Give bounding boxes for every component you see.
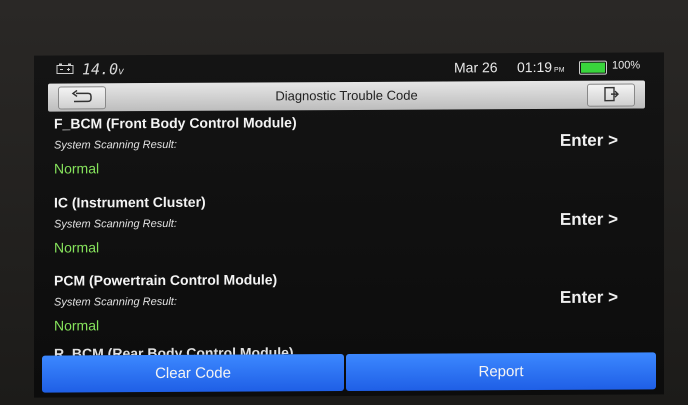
voltage-readout: 14.0v <box>82 60 125 79</box>
module-status: Normal <box>54 317 100 334</box>
title-bar: Diagnostic Trouble Code <box>48 80 645 112</box>
module-name: F_BCM (Front Body Control Module) <box>54 114 297 132</box>
module-scan-label: System Scanning Result: <box>54 295 177 309</box>
list-item[interactable]: IC (Instrument Cluster) System Scanning … <box>54 191 644 270</box>
module-scan-label: System Scanning Result: <box>54 217 177 231</box>
car-battery-icon <box>56 63 74 75</box>
device-frame: 14.0v Mar 26 01:19 PM 100% Diagnostic Tro… <box>0 0 688 405</box>
clear-code-button[interactable]: Clear Code <box>42 354 344 393</box>
exit-door-icon <box>604 86 619 102</box>
module-status: Normal <box>54 239 100 256</box>
status-bar: 14.0v Mar 26 01:19 PM 100% <box>34 52 664 83</box>
module-name: PCM (Powertrain Control Module) <box>54 271 278 289</box>
exit-button[interactable] <box>587 83 635 107</box>
device-screen: 14.0v Mar 26 01:19 PM 100% Diagnostic Tro… <box>34 52 664 398</box>
module-scan-label: System Scanning Result: <box>54 138 177 152</box>
battery-icon <box>579 60 607 75</box>
module-name: IC (Instrument Cluster) <box>54 193 206 211</box>
report-button[interactable]: Report <box>346 352 656 392</box>
bottom-action-bar: Clear Code Report <box>42 352 656 393</box>
date-label: Mar 26 <box>454 59 498 76</box>
list-item[interactable]: F_BCM (Front Body Control Module) System… <box>54 112 644 191</box>
module-list: F_BCM (Front Body Control Module) System… <box>34 112 664 355</box>
enter-button[interactable]: Enter > <box>560 131 618 151</box>
module-status: Normal <box>54 160 100 177</box>
enter-button[interactable]: Enter > <box>560 210 618 230</box>
enter-button[interactable]: Enter > <box>560 288 618 308</box>
time-label: 01:19 PM <box>517 58 565 76</box>
list-item[interactable]: PCM (Powertrain Control Module) System S… <box>54 269 644 348</box>
page-title: Diagnostic Trouble Code <box>275 87 418 104</box>
battery-percent: 100% <box>612 59 641 72</box>
